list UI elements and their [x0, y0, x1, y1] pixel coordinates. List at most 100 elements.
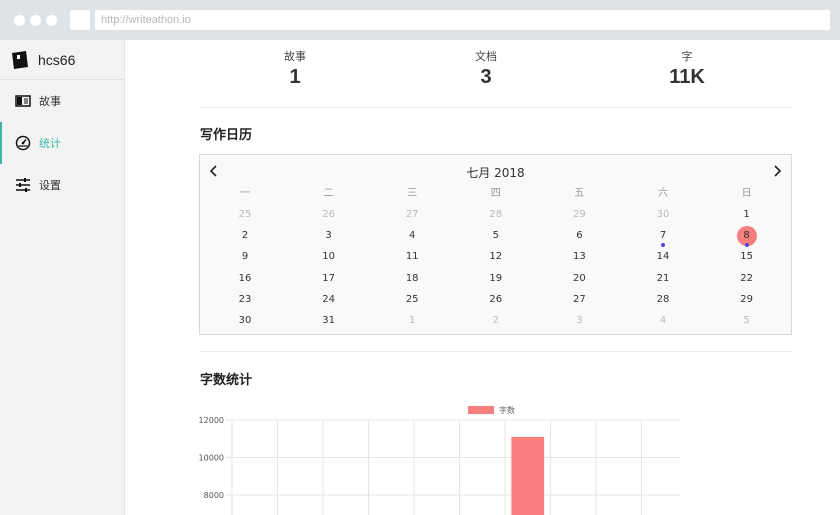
y-tick-label: 8000	[204, 491, 224, 500]
calendar-day-number: 5	[492, 230, 499, 242]
calendar-day[interactable]: 28	[621, 289, 705, 310]
calendar-day[interactable]: 18	[370, 268, 454, 289]
calendar-day[interactable]: 7	[621, 225, 705, 248]
calendar-day[interactable]: 13	[537, 246, 621, 267]
browser-tab[interactable]	[70, 10, 90, 30]
wordcount-section-title: 字数统计	[200, 373, 253, 388]
weekday-label: 三	[407, 188, 418, 199]
sidebar-item-stories[interactable]: 故事	[0, 80, 124, 122]
window-minimize-dot[interactable]	[30, 15, 41, 26]
calendar-day-number: 2	[492, 315, 499, 326]
calendar-day[interactable]: 24	[287, 289, 371, 310]
calendar-day[interactable]: 26	[454, 289, 538, 310]
calendar-day[interactable]: 5	[454, 225, 538, 246]
window-close-dot[interactable]	[14, 15, 25, 26]
stat-value: 1	[289, 66, 301, 88]
calendar-day[interactable]: 3	[287, 225, 371, 246]
calendar-day[interactable]: 11	[370, 246, 454, 267]
calendar-day-number: 9	[241, 251, 249, 263]
calendar-day[interactable]: 16	[203, 268, 287, 289]
calendar-month-label: 七月 2018	[466, 166, 525, 180]
calendar-day[interactable]: 20	[537, 268, 621, 289]
calendar-day[interactable]: 29	[705, 289, 789, 310]
sidebar-item-label: 故事	[39, 95, 61, 108]
wordcount-chart: 字数 8000 10000 12000	[40, 400, 680, 515]
calendar-day[interactable]: 19	[454, 268, 538, 289]
calendar-day[interactable]: 4	[370, 225, 454, 246]
weekday-label: 日	[741, 188, 752, 199]
stat-label: 故事	[284, 50, 306, 63]
weekday-label: 六	[658, 188, 668, 199]
calendar-day-number: 7	[659, 230, 667, 242]
calendar-day[interactable]: 12	[454, 246, 538, 267]
calendar-day[interactable]: 2	[203, 225, 287, 246]
calendar-day-number: 29	[740, 293, 753, 305]
calendar-day[interactable]: 4	[621, 310, 705, 331]
stat-value: 11K	[669, 66, 705, 88]
browser-chrome: http://writeathon.io	[0, 0, 840, 40]
calendar-day[interactable]: 17	[287, 268, 371, 289]
calendar-day[interactable]: 8	[705, 225, 789, 248]
calendar-day-number: 4	[659, 315, 667, 326]
stat-documents: 文档 3	[426, 48, 546, 89]
y-tick-label: 10000	[199, 454, 224, 463]
calendar-day-number: 3	[576, 315, 583, 326]
sidebar-item-settings[interactable]: 设置	[0, 164, 124, 206]
weekday-label: 一	[240, 188, 250, 199]
sidebar-item-stats[interactable]: 统计	[0, 122, 124, 164]
calendar-day[interactable]: 5	[705, 310, 789, 331]
calendar-day[interactable]: 1	[370, 310, 454, 331]
calendar-day-number: 15	[740, 251, 753, 263]
stat-stories: 故事 1	[235, 48, 355, 89]
calendar-day[interactable]: 23	[203, 289, 287, 310]
calendar-day[interactable]: 9	[203, 246, 287, 267]
calendar-day-number: 22	[740, 272, 753, 284]
calendar-day-number: 30	[656, 209, 670, 220]
calendar-day[interactable]: 26	[287, 204, 371, 225]
calendar-day-number: 1	[743, 209, 750, 220]
calendar-day[interactable]: 1	[705, 204, 789, 225]
calendar-day[interactable]: 31	[287, 310, 371, 331]
chevron-right-icon	[774, 165, 782, 177]
calendar-day-number: 18	[405, 272, 419, 284]
calendar-day[interactable]: 3	[537, 310, 621, 331]
calendar-day[interactable]: 14	[621, 246, 705, 267]
window-maximize-dot[interactable]	[46, 15, 57, 26]
legend-swatch	[468, 406, 494, 414]
y-tick-label: 12000	[199, 416, 224, 425]
calendar-day[interactable]: 21	[621, 268, 705, 289]
calendar-day-number: 10	[322, 251, 335, 263]
calendar-day[interactable]: 15	[705, 246, 789, 267]
calendar-day[interactable]: 25	[203, 204, 287, 225]
calendar-day[interactable]: 27	[370, 204, 454, 225]
url-bar[interactable]: http://writeathon.io	[95, 10, 830, 30]
sidebar-item-label: 统计	[39, 137, 61, 150]
stat-value: 3	[480, 66, 492, 88]
calendar-day[interactable]: 25	[370, 289, 454, 310]
wordcount-chart-svg: 字数 8000 10000 12000	[199, 405, 680, 515]
calendar-day[interactable]: 29	[537, 204, 621, 225]
next-month-button[interactable]	[770, 163, 784, 179]
calendar-day[interactable]: 30	[203, 310, 287, 331]
book-icon	[15, 95, 31, 107]
username: hcs66	[38, 51, 76, 68]
calendar-day[interactable]: 27	[537, 289, 621, 310]
calendar-day[interactable]: 6	[537, 225, 621, 246]
calendar-day-number: 25	[238, 209, 252, 220]
calendar-day[interactable]: 30	[621, 204, 705, 225]
calendar-day[interactable]: 22	[705, 268, 789, 289]
brand[interactable]: hcs66	[0, 40, 124, 80]
calendar-day-number: 13	[573, 251, 586, 263]
calendar-day[interactable]: 10	[287, 246, 371, 267]
calendar-day-number: 21	[656, 272, 670, 284]
calendar-day-number: 25	[405, 293, 419, 305]
calendar-day[interactable]: 28	[454, 204, 538, 225]
calendar-day-number: 12	[489, 251, 503, 263]
dashboard-icon	[15, 135, 31, 151]
brand-logo-icon	[12, 50, 28, 69]
calendar-day-number: 26	[322, 209, 335, 220]
section-divider	[200, 351, 792, 352]
calendar-day[interactable]: 2	[454, 310, 538, 331]
calendar-day-number: 24	[322, 293, 335, 305]
calendar-day-number: 3	[325, 230, 332, 242]
